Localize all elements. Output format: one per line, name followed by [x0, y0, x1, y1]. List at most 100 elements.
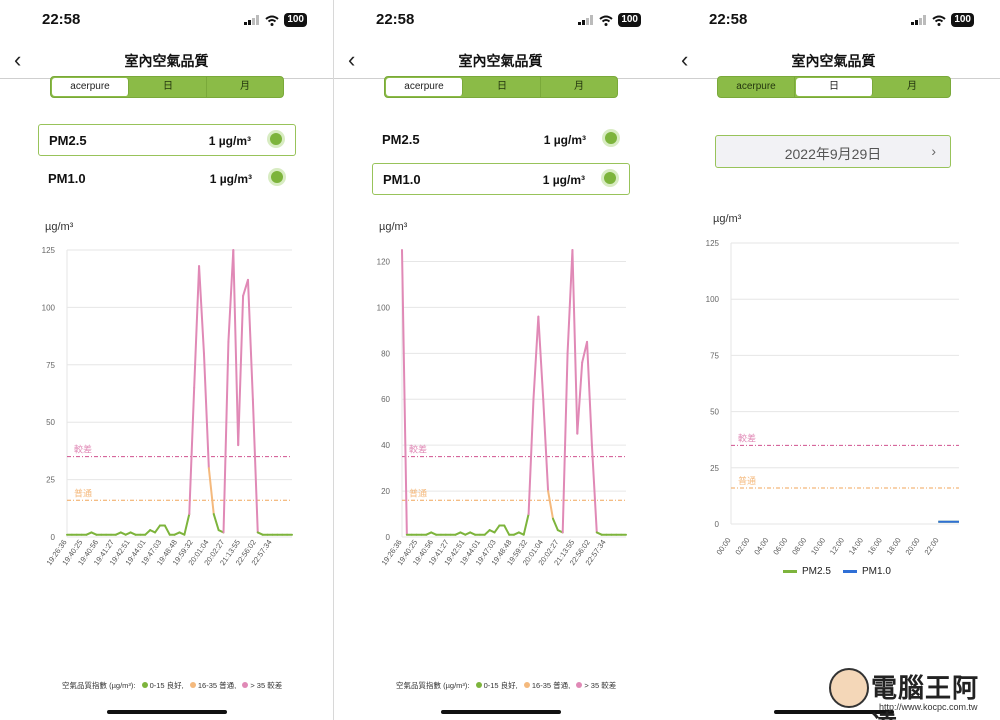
pollutant-name: PM1.0 — [48, 171, 86, 186]
pollutant-row-pm10[interactable]: PM1.0 1 µg/m³ — [38, 163, 296, 195]
segment-day[interactable]: 日 — [130, 77, 207, 97]
x-tick-label: 02:00 — [733, 536, 751, 557]
good-dot-icon — [141, 682, 148, 688]
signal-icon — [244, 15, 260, 25]
y-tick-label: 50 — [46, 418, 55, 427]
mascot-logo — [829, 668, 869, 708]
series-segment — [401, 249, 408, 536]
pollutant-name: PM1.0 — [383, 172, 421, 187]
segment-day[interactable]: 日 — [464, 77, 541, 97]
watermark-brand: 電腦王阿達 — [871, 673, 980, 720]
home-indicator[interactable] — [107, 710, 227, 714]
pollutant-value: 1 µg/m³ — [542, 173, 585, 187]
x-tick-label: 08:00 — [790, 536, 808, 557]
wifi-icon — [265, 15, 279, 26]
x-tick-label: 20:00 — [904, 536, 922, 557]
x-tick-label: 10:00 — [809, 536, 827, 557]
pollutant-name: PM2.5 — [49, 133, 87, 148]
date-picker[interactable]: 2022年9月29日 › — [715, 135, 951, 168]
series-segment — [163, 524, 171, 536]
status-time: 22:58 — [376, 11, 415, 28]
page-title: 室內空氣品質 — [458, 53, 543, 69]
y-tick-label: 75 — [710, 351, 719, 360]
poor-dot-icon — [242, 682, 249, 688]
segment-month[interactable]: 月 — [874, 77, 950, 97]
legend-title: 空氣品質指數 (µg/m³): — [62, 681, 136, 690]
threshold-label: 較差 — [409, 444, 427, 456]
wifi-icon — [599, 15, 613, 26]
series-legend-pm10: PM1.0 — [843, 566, 891, 577]
y-tick-label: 20 — [381, 487, 390, 496]
period-segmented-control: acerpure 日 月 — [717, 76, 951, 98]
status-time: 22:58 — [709, 11, 748, 28]
series-segment — [188, 386, 196, 516]
y-tick-label: 80 — [381, 349, 390, 358]
y-tick-label: 0 — [386, 533, 391, 542]
series-segment — [561, 352, 569, 534]
series-segment — [246, 278, 254, 401]
segment-acerpure[interactable]: acerpure — [718, 77, 795, 97]
legend-title: 空氣品質指數 (µg/m³): — [396, 681, 470, 690]
series-segment — [566, 249, 574, 355]
wifi-icon — [932, 15, 946, 26]
y-tick-label: 50 — [710, 408, 719, 417]
legend-poor: > 35 較差 — [584, 681, 617, 690]
aqi-legend: 空氣品質指數 (µg/m³): 0-15 良好, 16-35 普通, > 35 … — [396, 680, 616, 691]
series-segment — [483, 529, 491, 536]
legend-pm10-label: PM1.0 — [862, 566, 891, 577]
day-line-chart: 0 25 50 75 100 125 較差普通 00:00 02:00 04:00 06:00 08:… — [706, 239, 959, 557]
segment-acerpure[interactable]: acerpure — [386, 78, 463, 96]
series-segment — [212, 513, 220, 532]
pollutant-value: 1 µg/m³ — [543, 133, 586, 147]
y-tick-label: 75 — [46, 361, 55, 370]
screen-pm25: 22:58 100 ‹ 室內空氣品質 acerpure 日 月 PM2.5 1 … — [0, 0, 333, 720]
threshold-label: 普通 — [74, 487, 92, 499]
segment-acerpure[interactable]: acerpure — [52, 78, 129, 96]
y-tick-label: 25 — [46, 476, 55, 485]
series-segment — [232, 249, 240, 447]
series-segment — [251, 398, 259, 534]
chevron-right-icon[interactable]: › — [931, 143, 936, 159]
pollutant-row-pm25[interactable]: PM2.5 1 µg/m³ — [38, 124, 296, 156]
series-segment — [193, 265, 201, 389]
pollutant-name: PM2.5 — [382, 132, 420, 147]
pollutant-row-pm25[interactable]: PM2.5 1 µg/m³ — [372, 124, 630, 156]
legend-poor: > 35 較差 — [250, 681, 283, 690]
status-dot-icon — [271, 171, 283, 183]
selected-date: 2022年9月29日 — [784, 146, 882, 162]
threshold-label: 較差 — [74, 444, 92, 456]
segment-month[interactable]: 月 — [207, 77, 283, 97]
legend-moderate: 16-35 普通, — [531, 681, 571, 690]
period-segmented-control: acerpure 日 月 — [50, 76, 284, 98]
x-tick-label: 12:00 — [828, 536, 846, 557]
y-tick-label: 60 — [381, 395, 390, 404]
moderate-dot-icon — [189, 682, 196, 688]
period-segmented-control: acerpure 日 月 — [384, 76, 618, 98]
legend-good: 0-15 良好, — [483, 681, 518, 690]
aqi-legend: 空氣品質指數 (µg/m³): 0-15 良好, 16-35 普通, > 35 … — [62, 680, 282, 691]
watermark: 電腦王阿達 http://www.kocpc.com.tw — [829, 664, 994, 720]
y-tick-label: 125 — [42, 246, 56, 255]
pm10-line-icon — [843, 570, 857, 573]
x-tick-label: 04:00 — [752, 536, 770, 557]
good-dot-icon — [475, 682, 482, 688]
y-tick-label: 125 — [706, 239, 720, 248]
signal-icon — [911, 15, 927, 25]
threshold-label: 較差 — [738, 432, 756, 444]
y-tick-label: 0 — [51, 533, 56, 542]
x-tick-label: 22:00 — [922, 536, 940, 557]
series-segment — [571, 249, 579, 435]
pm25-line-icon — [783, 570, 797, 573]
segment-month[interactable]: 月 — [541, 77, 617, 97]
series-segment — [503, 524, 511, 536]
series-segment — [183, 513, 191, 536]
home-indicator[interactable] — [441, 710, 561, 714]
battery-icon: 100 — [951, 13, 974, 27]
signal-icon — [578, 15, 594, 25]
status-dot-icon — [270, 133, 282, 145]
pollutant-value: 1 µg/m³ — [209, 172, 252, 186]
pollutant-row-pm10[interactable]: PM1.0 1 µg/m³ — [372, 163, 630, 195]
pollutant-value: 1 µg/m³ — [208, 134, 251, 148]
segment-day[interactable]: 日 — [796, 78, 873, 96]
x-tick-label: 18:00 — [885, 536, 903, 557]
